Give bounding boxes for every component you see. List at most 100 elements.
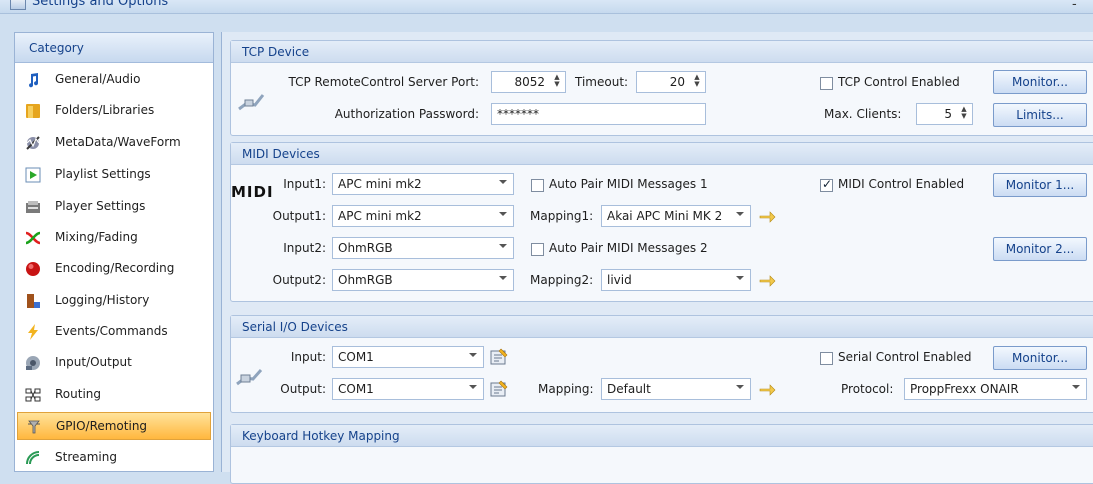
serial-output-settings-icon[interactable] — [489, 379, 509, 399]
serial-input-select[interactable]: COM1 — [332, 346, 484, 368]
group-title: MIDI Devices — [242, 147, 320, 161]
midi-monitor2-label: Monitor 2... — [1005, 242, 1075, 256]
tcp-monitor-button[interactable]: Monitor... — [993, 70, 1087, 94]
midi-input1-label: Input1: — [283, 177, 326, 191]
edit-mapping1-icon[interactable] — [758, 207, 776, 225]
tcp-enabled-checkbox[interactable] — [820, 77, 833, 90]
midi-input2-label: Input2: — [283, 241, 326, 255]
chevron-down-icon — [736, 276, 744, 280]
serial-input-label: Input: — [290, 350, 326, 364]
mapping1-select[interactable]: Akai APC Mini MK 2 — [601, 205, 751, 227]
midi-output1-select[interactable]: APC mini mk2 — [332, 205, 514, 227]
mapping1-value: Akai APC Mini MK 2 — [607, 209, 723, 223]
limits-label: Limits... — [1016, 108, 1064, 122]
tcp-timeout-spinner[interactable]: ▲ ▼ — [692, 74, 702, 90]
sidebar-item-streaming[interactable]: Streaming — [17, 444, 211, 472]
serial-devices-header: Serial I/O Devices — [231, 316, 1093, 338]
sidebar-item-label: Streaming — [55, 450, 117, 464]
sidebar-item-logging-history[interactable]: Logging/History — [17, 287, 211, 315]
midi-output2-value: OhmRGB — [338, 273, 393, 287]
sidebar-item-input-output[interactable]: Input/Output — [17, 349, 211, 377]
sidebar-item-events-commands[interactable]: Events/Commands — [17, 318, 211, 346]
sidebar-item-label: Playlist Settings — [55, 167, 151, 181]
chevron-down-icon — [736, 212, 744, 216]
chevron-down-icon — [499, 212, 507, 216]
midi-input1-select[interactable]: APC mini mk2 — [332, 173, 514, 195]
serial-output-value: COM1 — [338, 382, 374, 396]
midi-output2-select[interactable]: OhmRGB — [332, 269, 514, 291]
max-clients-value: 5 — [944, 107, 952, 121]
limits-button[interactable]: Limits... — [993, 103, 1087, 127]
lightning-icon — [28, 324, 38, 340]
chevron-down-icon — [1072, 385, 1080, 389]
sidebar-item-routing[interactable]: Routing — [17, 381, 211, 409]
serial-mapping-label: Mapping: — [538, 382, 594, 396]
sidebar-item-label: Logging/History — [55, 293, 150, 307]
tcp-port-spinner[interactable]: ▲ ▼ — [552, 74, 562, 90]
midi-output1-label: Output1: — [272, 209, 326, 223]
autopair2-checkbox[interactable] — [531, 243, 544, 256]
serial-mapping-select[interactable]: Default — [601, 378, 751, 400]
metadata-icon — [26, 136, 40, 150]
serial-output-label: Output: — [280, 382, 326, 396]
sidebar-item-label: Player Settings — [55, 199, 146, 213]
sidebar-item-label: GPIO/Remoting — [56, 419, 148, 433]
edit-mapping2-icon[interactable] — [758, 271, 776, 289]
sidebar-item-playlist-settings[interactable]: Playlist Settings — [17, 161, 211, 189]
tcp-port-input[interactable]: 8052 ▲ ▼ — [491, 71, 566, 93]
tcp-timeout-label: Timeout: — [575, 75, 629, 89]
sidebar-item-metadata-waveform[interactable]: MetaData/WaveForm — [17, 129, 211, 157]
category-header-label: Category — [29, 41, 84, 55]
chevron-down-icon — [499, 244, 507, 248]
window-title: Settings and Options — [32, 0, 169, 9]
serial-enabled-checkbox[interactable] — [820, 352, 833, 365]
protocol-select[interactable]: ProppFrexx ONAIR — [904, 378, 1087, 400]
tcp-monitor-label: Monitor... — [1012, 75, 1068, 89]
midi-devices-header: MIDI Devices — [231, 143, 1093, 165]
sidebar-item-gpio-remoting[interactable]: GPIO/Remoting — [17, 412, 211, 440]
sidebar-item-player-settings[interactable]: Player Settings — [17, 193, 211, 221]
sidebar-item-mixing-fading[interactable]: Mixing/Fading — [17, 224, 211, 252]
playlist-icon — [25, 167, 41, 183]
serial-input-settings-icon[interactable] — [489, 347, 509, 367]
mapping2-select[interactable]: livid — [601, 269, 751, 291]
tcp-device-group: TCP Device TCP RemoteControl Server Port… — [230, 40, 1093, 136]
keyboard-hotkey-header: Keyboard Hotkey Mapping — [231, 425, 1093, 447]
sidebar-item-encoding-recording[interactable]: Encoding/Recording — [17, 255, 211, 283]
tcp-port-label: TCP RemoteControl Server Port: — [288, 75, 479, 89]
player-icon — [26, 201, 40, 213]
midi-monitor2-button[interactable]: Monitor 2... — [993, 237, 1087, 261]
serial-enabled-label: Serial Control Enabled — [838, 350, 972, 364]
tcp-timeout-value: 20 — [669, 75, 685, 89]
chevron-down-icon — [499, 276, 507, 280]
tcp-timeout-input[interactable]: 20 ▲ ▼ — [636, 71, 706, 93]
midi-output1-value: APC mini mk2 — [338, 209, 422, 223]
serial-output-select[interactable]: COM1 — [332, 378, 484, 400]
midi-monitor1-button[interactable]: Monitor 1... — [993, 173, 1087, 197]
tcp-enabled-label: TCP Control Enabled — [838, 75, 960, 89]
midi-input2-select[interactable]: OhmRGB — [332, 237, 514, 259]
sidebar-item-label: Encoding/Recording — [55, 261, 175, 275]
chevron-down-icon — [499, 180, 507, 184]
sidebar-item-label: Input/Output — [55, 355, 132, 369]
serial-input-value: COM1 — [338, 350, 374, 364]
music-note-icon — [29, 73, 39, 88]
record-icon — [26, 262, 40, 276]
autopair2-label: Auto Pair MIDI Messages 2 — [549, 241, 708, 255]
sidebar-item-label: General/Audio — [55, 72, 141, 86]
serial-devices-group: Serial I/O Devices Input: COM1 Serial Co… — [230, 315, 1093, 413]
autopair1-label: Auto Pair MIDI Messages 1 — [549, 177, 708, 191]
minimize-button[interactable]: - — [1072, 0, 1077, 12]
sidebar-item-general-audio[interactable]: General/Audio — [17, 66, 211, 94]
serial-monitor-button[interactable]: Monitor... — [993, 346, 1087, 370]
max-clients-input[interactable]: 5 ▲ ▼ — [916, 103, 973, 125]
tcp-password-input[interactable]: ******* — [491, 103, 706, 125]
sidebar-item-label: Folders/Libraries — [55, 103, 155, 117]
sidebar-item-folders-libraries[interactable]: Folders/Libraries — [17, 97, 211, 125]
autopair1-checkbox[interactable] — [531, 179, 544, 192]
edit-serial-mapping-icon[interactable] — [758, 380, 776, 398]
sidebar-item-label: MetaData/WaveForm — [55, 135, 181, 149]
midi-enabled-checkbox[interactable] — [820, 177, 833, 192]
group-title: TCP Device — [242, 45, 310, 59]
max-clients-spinner[interactable]: ▲ ▼ — [959, 106, 969, 122]
